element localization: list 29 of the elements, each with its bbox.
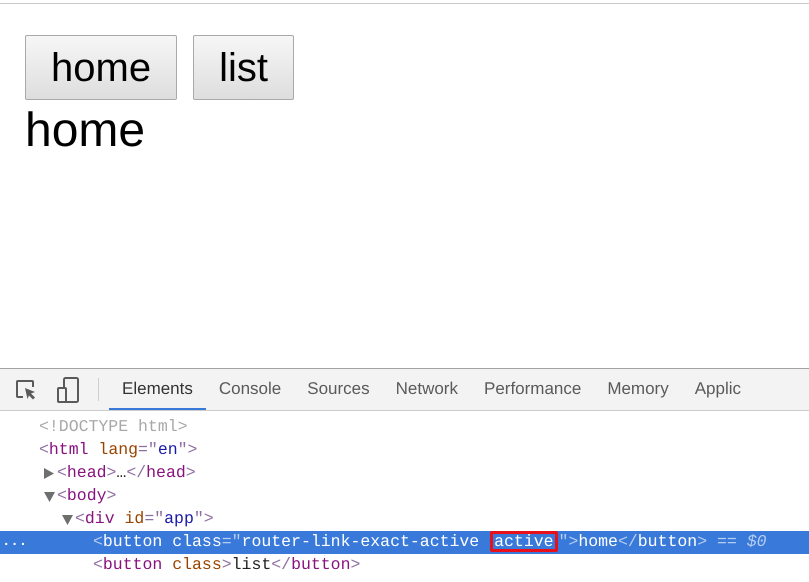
inspect-icon[interactable] (14, 378, 38, 402)
expanded-triangle-icon[interactable] (62, 514, 72, 524)
expanded-triangle-icon[interactable] (44, 492, 54, 502)
devtools-tab[interactable]: Network (382, 369, 471, 410)
devtools-tab[interactable]: Memory (594, 369, 682, 410)
devtools-tab[interactable]: Elements (109, 369, 206, 410)
devtools-tab[interactable]: Console (206, 369, 294, 410)
dom-tree-row[interactable]: <html lang="en"> (0, 439, 809, 462)
row-menu[interactable]: ... (0, 532, 23, 553)
dom-tree-row[interactable]: <head>…</head> (0, 462, 809, 485)
dom-tree-row[interactable]: <button class>list</button> (0, 554, 809, 577)
dom-tree-row[interactable]: <body> (0, 485, 809, 508)
dom-node-line: <div id="app"> (75, 508, 214, 530)
view-text: home (25, 103, 146, 159)
collapsed-triangle-icon[interactable] (44, 468, 54, 479)
dom-node-line: <button class="router-link-exact-active active ">home</button> == $0 (93, 530, 767, 554)
dom-node-line: <head>…</head> (57, 462, 196, 484)
devtools-tab[interactable]: Performance (470, 369, 594, 410)
devtools-tab[interactable]: Sources (294, 369, 383, 410)
device-icon[interactable] (56, 376, 80, 402)
devtools-tab[interactable]: Applic (682, 369, 754, 410)
nav-button[interactable]: home (25, 35, 178, 100)
nav-button[interactable]: list (193, 35, 294, 100)
dom-tree-row[interactable]: <div id="app"> (0, 508, 809, 531)
dom-node-line: <body> (57, 485, 116, 508)
selected-row[interactable]: ... <button class="router-link-exact-active active ">home</button> == $0 (0, 531, 809, 554)
dom-node-line: <!DOCTYPE html> (39, 416, 188, 438)
dom-node-line: <html lang="en"> (39, 439, 198, 462)
dom-node-line: <button class>list</button> (93, 554, 360, 576)
